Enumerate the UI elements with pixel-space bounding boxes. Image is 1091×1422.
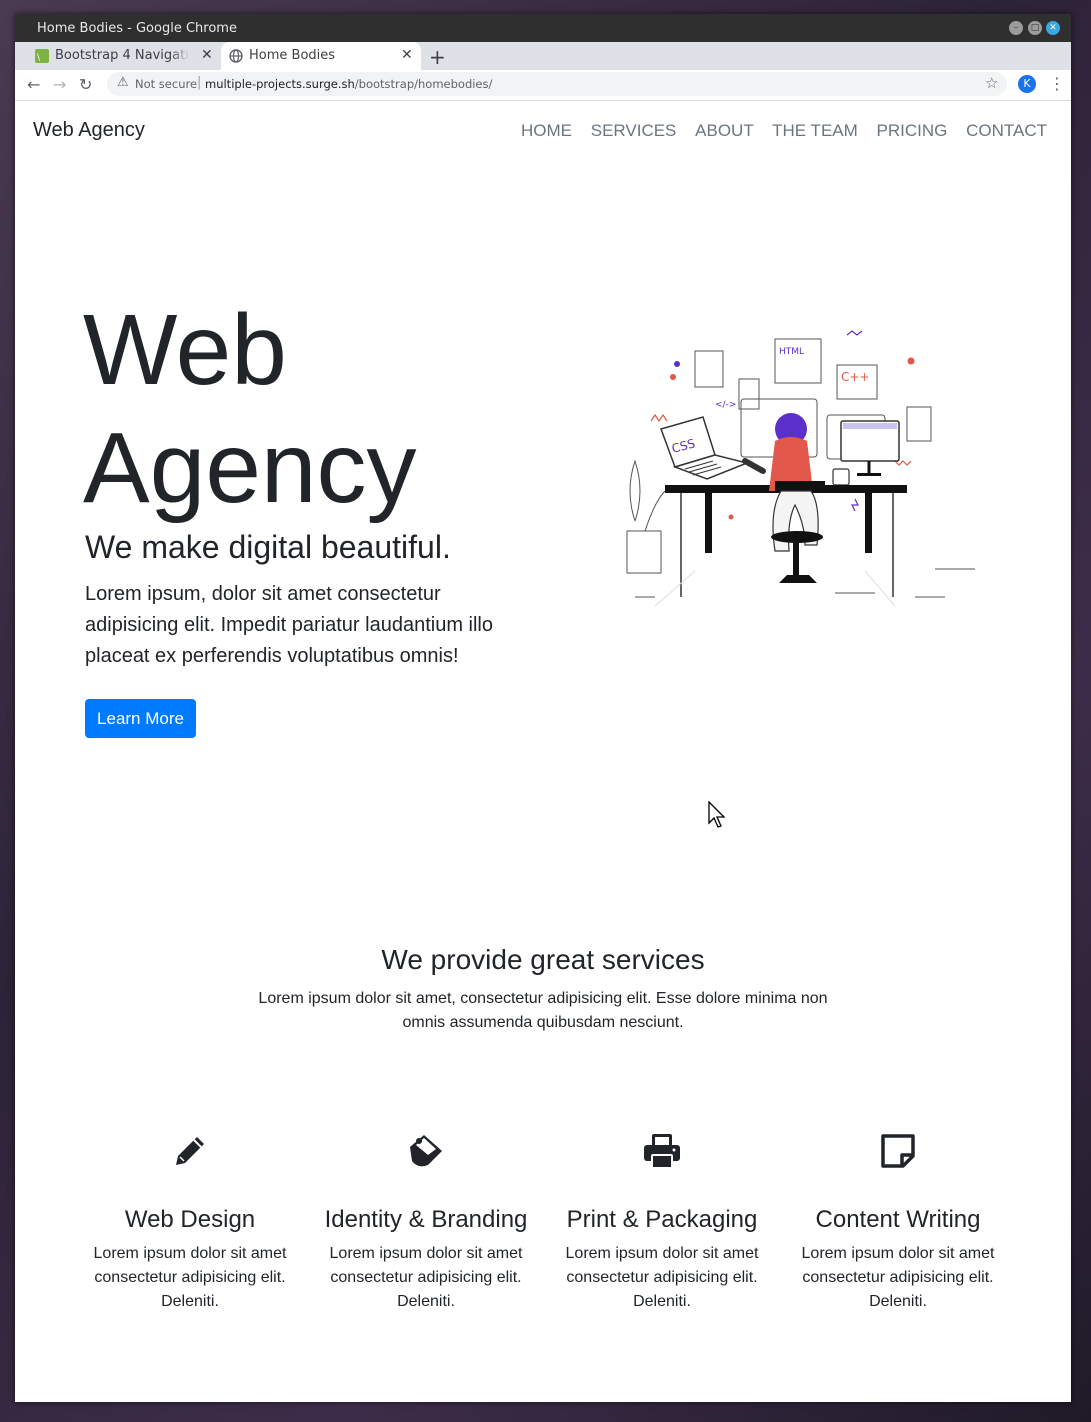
- code-tag-label: </->: [715, 400, 736, 410]
- laptop: CSS: [660, 416, 750, 480]
- pencil-icon: [176, 1137, 204, 1165]
- minimize-button[interactable]: –: [1009, 21, 1023, 35]
- code-sheet: [774, 338, 822, 384]
- feature-title: Identity & Branding: [324, 1206, 528, 1233]
- bookmark-star-icon[interactable]: ☆: [985, 74, 998, 92]
- browser-menu-icon[interactable]: ⋮: [1049, 74, 1065, 93]
- services-title: We provide great services: [381, 944, 705, 975]
- warning-icon: ⚠: [117, 75, 129, 90]
- mug: [832, 468, 850, 486]
- feature-title: Print & Packaging: [566, 1206, 758, 1233]
- printer-icon: [644, 1134, 680, 1169]
- feature-print-packaging: Print & Packaging Lorem ipsum dolor sit …: [544, 1131, 780, 1314]
- code-sheet: [906, 406, 932, 442]
- feature-title: Content Writing: [815, 1206, 981, 1233]
- url-text: multiple-projects.surge.sh/bootstrap/hom…: [205, 77, 492, 91]
- tab-bootstrap-navigation[interactable]: \ Bootstrap 4 Navigation E ✕: [27, 42, 219, 70]
- feature-content-writing: Content Writing Lorem ipsum dolor sit am…: [780, 1131, 1016, 1314]
- feature-identity-branding: Identity & Branding Lorem ipsum dolor si…: [308, 1131, 544, 1314]
- nav-link-about[interactable]: ABOUT: [695, 121, 753, 140]
- nav-link-the-team[interactable]: THE TEAM: [772, 121, 858, 140]
- plant-leaf: [644, 490, 666, 532]
- back-icon[interactable]: ←: [27, 75, 40, 94]
- feature-title: Web Design: [124, 1206, 256, 1233]
- title-bar: Home Bodies - Google Chrome – □ ✕: [15, 14, 1071, 42]
- url-path: /bootstrap/homebodies/: [354, 77, 493, 91]
- feature-description: Lorem ipsum dolor sit amet consectetur a…: [329, 1245, 523, 1310]
- hero-subtitle: We make digital beautiful.: [85, 529, 451, 565]
- reload-icon[interactable]: ↻: [79, 75, 92, 94]
- close-icon: ✕: [1049, 23, 1057, 33]
- hero-title: Web Agency: [83, 291, 417, 527]
- html-label: HTML: [779, 347, 804, 357]
- plant-leaf: [629, 459, 641, 522]
- tab-label: Home Bodies: [249, 48, 336, 63]
- tab-close-icon[interactable]: ✕: [401, 47, 413, 63]
- web-page: Web Agency HOME SERVICES ABOUT THE TEAM …: [15, 101, 1071, 1402]
- close-window-button[interactable]: ✕: [1046, 21, 1060, 35]
- tab-home-bodies[interactable]: Home Bodies ✕: [221, 42, 421, 70]
- nav-link-pricing[interactable]: PRICING: [877, 121, 948, 140]
- paint-bucket-icon: [410, 1135, 442, 1167]
- hero-title-line2: Agency: [83, 412, 417, 524]
- navbar-links: HOME SERVICES ABOUT THE TEAM PRICING CON…: [507, 121, 1047, 141]
- nav-link-home[interactable]: HOME: [521, 121, 572, 140]
- window-title: Home Bodies - Google Chrome: [37, 21, 237, 36]
- new-tab-button[interactable]: +: [429, 45, 446, 69]
- navbar-brand[interactable]: Web Agency: [33, 119, 145, 142]
- maximize-button[interactable]: □: [1028, 21, 1042, 35]
- developer-illustration: HTML C++ </-> CSS: [626, 330, 975, 607]
- services-text: Lorem ipsum dolor sit amet, consectetur …: [258, 990, 828, 1031]
- mouse-cursor-icon: [708, 801, 726, 828]
- code-sheet: [738, 378, 760, 410]
- plant-pot: [626, 530, 662, 574]
- tab-label: Bootstrap 4 Navigation E: [55, 48, 190, 63]
- feature-description: Lorem ipsum dolor sit amet consectetur a…: [565, 1245, 759, 1310]
- learn-more-button[interactable]: Learn More: [85, 699, 196, 738]
- sticky-note-icon: [881, 1134, 915, 1168]
- profile-avatar[interactable]: K: [1018, 75, 1036, 93]
- developer-person: [742, 413, 825, 583]
- feature-web-design: Web Design Lorem ipsum dolor sit amet co…: [72, 1131, 308, 1314]
- address-bar: ← → ↻ ⚠ Not secure | multiple-projects.s…: [15, 70, 1071, 101]
- nav-link-services[interactable]: SERVICES: [591, 121, 677, 140]
- code-sheet: [694, 350, 724, 388]
- not-secure-label: Not secure: [135, 77, 198, 91]
- url-separator: |: [197, 75, 202, 90]
- browser-window: Home Bodies - Google Chrome – □ ✕ \ Boot…: [15, 14, 1071, 1402]
- url-field[interactable]: ⚠ Not secure | multiple-projects.surge.s…: [107, 72, 1007, 96]
- hero-text: Lorem ipsum, dolor sit amet consectetur …: [85, 583, 493, 667]
- forward-icon[interactable]: →: [53, 75, 66, 94]
- feature-description: Lorem ipsum dolor sit amet consectetur a…: [801, 1245, 995, 1310]
- tab-close-icon[interactable]: ✕: [201, 47, 213, 63]
- nav-link-contact[interactable]: CONTACT: [966, 121, 1047, 140]
- tab-strip: \ Bootstrap 4 Navigation E ✕ Home Bodies…: [15, 42, 1071, 70]
- url-host: multiple-projects.surge.sh: [205, 77, 355, 91]
- hero-title-line1: Web: [83, 294, 287, 406]
- cpp-label: C++: [841, 370, 870, 384]
- globe-icon: [229, 49, 243, 63]
- feature-description: Lorem ipsum dolor sit amet consectetur a…: [93, 1245, 287, 1310]
- bootstrap-favicon-icon: \: [35, 49, 49, 63]
- minimize-icon: –: [1013, 23, 1019, 33]
- maximize-icon: □: [1030, 23, 1040, 33]
